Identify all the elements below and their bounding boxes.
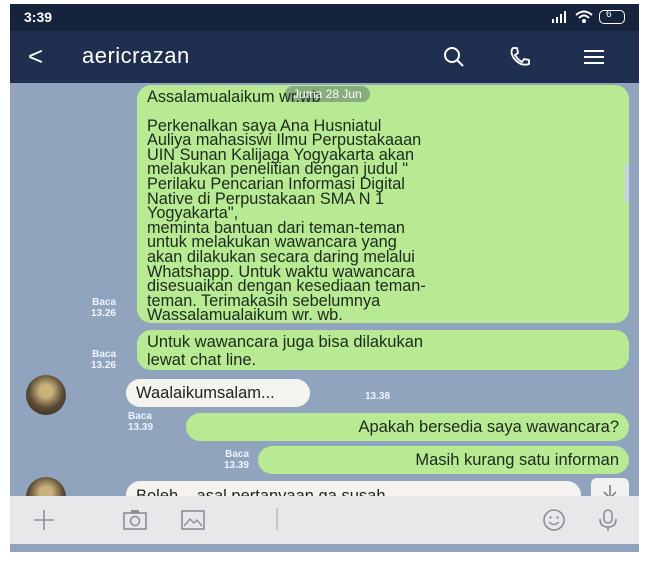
emoji-icon[interactable] bbox=[542, 508, 566, 532]
contact-avatar[interactable] bbox=[26, 375, 66, 415]
message-time: 13.26 bbox=[90, 360, 116, 371]
message-line: Assalamualaikum wr.wb bbox=[147, 88, 321, 106]
message-text: Waalaikumsalam... bbox=[136, 384, 275, 402]
message-time: 13.39 bbox=[128, 422, 154, 433]
wifi-icon bbox=[575, 10, 593, 23]
date-separator: Juma 28 Jun bbox=[285, 86, 370, 102]
message-line: Wassalamualaikum wr. wb. bbox=[147, 306, 343, 325]
back-button[interactable]: < bbox=[28, 41, 43, 72]
battery-level: 6 bbox=[606, 9, 612, 20]
message-bubble-question[interactable]: Apakah bersedia saya wawancara? bbox=[186, 413, 629, 441]
scrollbar[interactable] bbox=[625, 163, 629, 203]
read-receipt: Baca 13.26 bbox=[72, 297, 116, 319]
phone-call-icon[interactable] bbox=[508, 45, 532, 69]
microphone-icon[interactable] bbox=[596, 508, 620, 532]
read-label: Baca bbox=[225, 449, 249, 460]
message-time: 13.38 bbox=[365, 391, 391, 402]
message-bubble-intro[interactable]: Assalamualaikum wr.wb Perkenalkan saya A… bbox=[137, 85, 629, 323]
read-label: Baca bbox=[92, 349, 116, 360]
input-bar bbox=[10, 496, 639, 544]
status-icons: 6 bbox=[551, 9, 625, 24]
image-icon[interactable] bbox=[180, 508, 206, 532]
message-text: Masih kurang satu informan bbox=[415, 451, 619, 469]
read-label: Baca bbox=[92, 297, 116, 308]
read-receipt: Baca 13.26 bbox=[72, 349, 116, 371]
menu-icon[interactable] bbox=[582, 45, 606, 69]
battery-icon: 6 bbox=[599, 9, 625, 24]
message-bubble-informan[interactable]: Masih kurang satu informan bbox=[258, 446, 629, 474]
chat-title: aericrazan bbox=[82, 43, 190, 68]
message-time: 13.26 bbox=[90, 308, 116, 319]
chat-area[interactable]: Assalamualaikum wr.wb Perkenalkan saya A… bbox=[10, 83, 639, 517]
message-text: Apakah bersedia saya wawancara? bbox=[358, 418, 620, 436]
read-receipt: Baca 13.39 bbox=[205, 449, 249, 471]
status-bar: 3:39 6 bbox=[10, 4, 639, 31]
message-line: lewat chat line. bbox=[147, 351, 257, 369]
message-line: Untuk wawancara juga bisa dilakukan bbox=[147, 333, 424, 351]
message-time: 13.39 bbox=[223, 460, 249, 471]
phone-screen: 3:39 6 < aericrazan Assalamualaikum wr.w… bbox=[10, 4, 639, 552]
message-bubble-reply[interactable]: Waalaikumsalam... bbox=[126, 379, 310, 407]
status-time: 3:39 bbox=[24, 9, 53, 25]
chat-header: < aericrazan bbox=[10, 31, 639, 83]
message-bubble-chat-line[interactable]: Untuk wawancara juga bisa dilakukan lewa… bbox=[137, 330, 629, 370]
search-icon[interactable] bbox=[442, 45, 466, 69]
plus-icon[interactable] bbox=[32, 508, 56, 532]
signal-icon bbox=[552, 11, 566, 23]
camera-icon[interactable] bbox=[122, 508, 148, 532]
text-cursor[interactable] bbox=[276, 508, 278, 530]
read-receipt: Baca 13.39 bbox=[128, 411, 172, 433]
read-label: Baca bbox=[128, 411, 152, 422]
